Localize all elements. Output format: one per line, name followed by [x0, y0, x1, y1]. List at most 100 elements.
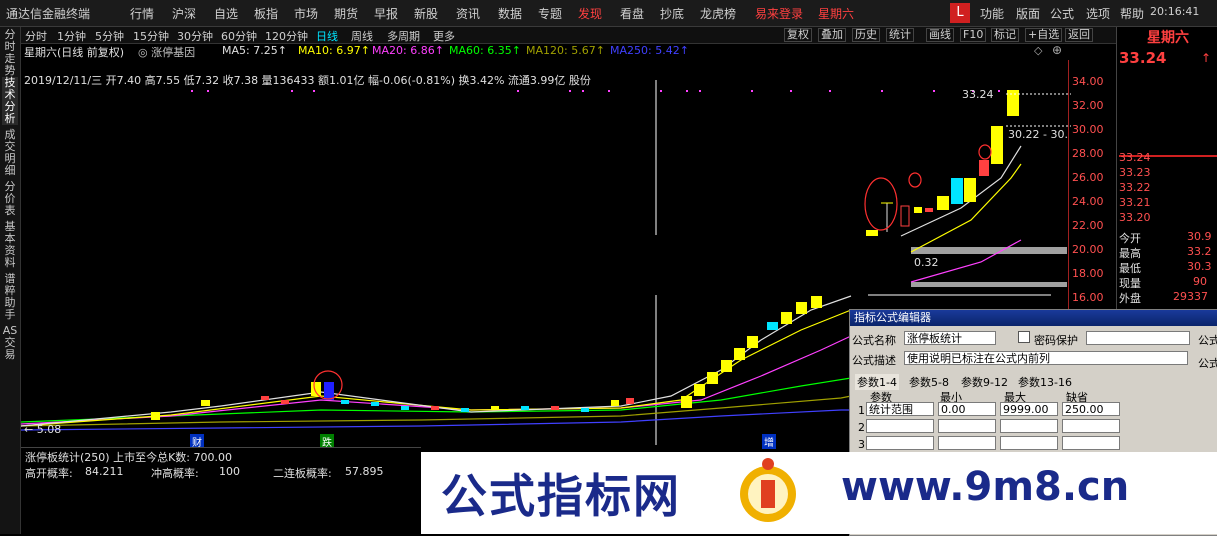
- huaxian-button[interactable]: 画线: [926, 28, 954, 42]
- highlight-circle-3: [908, 172, 922, 188]
- f10-button[interactable]: F10: [960, 28, 987, 42]
- tongji-button[interactable]: 统计: [886, 28, 914, 42]
- menu-item-banmian[interactable]: 版面: [1016, 5, 1040, 22]
- period-fenshi[interactable]: 分时: [25, 28, 47, 44]
- menu-item-shuju[interactable]: 数据: [498, 5, 522, 22]
- diamond-icon[interactable]: ◇: [1034, 44, 1042, 57]
- formula-desc-input[interactable]: 使用说明已标注在公式内前列: [904, 351, 1188, 365]
- event-marker-zeng[interactable]: 增: [762, 434, 776, 449]
- menu-item-chaodi[interactable]: 抄底: [660, 5, 684, 22]
- ma60-label: MA60: 6.35↑: [449, 44, 521, 57]
- period-multi[interactable]: 多周期: [387, 28, 420, 44]
- back-button[interactable]: 返回: [1065, 28, 1093, 42]
- param-max-input[interactable]: 9999.00: [1000, 402, 1058, 416]
- zhangting-badge[interactable]: ◎ 涨停基因: [138, 44, 195, 60]
- menu-item-hushen[interactable]: 沪深: [172, 5, 196, 22]
- top-dots: [191, 90, 1000, 92]
- add-watchlist-button[interactable]: +自选: [1025, 28, 1063, 42]
- stat-value: 90: [1193, 275, 1207, 288]
- menu-item-zixun[interactable]: 资讯: [456, 5, 480, 22]
- menu-item-banzhi[interactable]: 板指: [254, 5, 278, 22]
- param-name-input[interactable]: [866, 436, 934, 450]
- high-price-label: 33.24: [962, 88, 994, 101]
- dialog-title[interactable]: 指标公式编辑器: [850, 310, 1217, 326]
- menu-item-xingu[interactable]: 新股: [414, 5, 438, 22]
- indicator-label: 冲高概率:: [151, 467, 199, 480]
- chart-title: 星期六(日线 前复权): [24, 46, 125, 59]
- menu-bar: 通达信金融终端 行情 沪深 自选 板指 市场 期货 早报 新股 资讯 数据 专题…: [0, 0, 1217, 27]
- menu-item-hangqing[interactable]: 行情: [130, 5, 154, 22]
- period-more[interactable]: 更多: [433, 28, 455, 44]
- menu-item-faxian[interactable]: 发现: [578, 5, 602, 22]
- diejia-button[interactable]: 叠加: [818, 28, 846, 42]
- param-min-input[interactable]: 0.00: [938, 402, 996, 416]
- param-default-input[interactable]: 250.00: [1062, 402, 1120, 416]
- indicator-title: 涨停板统计(250) 上市至今总K数: 700.00: [25, 451, 232, 464]
- app-title: 通达信金融终端: [6, 7, 91, 21]
- upper-candles: [866, 90, 1019, 236]
- tab-param-9-12[interactable]: 参数9-12: [961, 374, 1008, 390]
- menu-item-zhuanti[interactable]: 专题: [538, 5, 562, 22]
- period-30min[interactable]: 30分钟: [177, 28, 213, 44]
- tab-param-5-8[interactable]: 参数5-8: [909, 374, 949, 390]
- period-15min[interactable]: 15分钟: [133, 28, 169, 44]
- y-tick: 32.00: [1072, 99, 1104, 112]
- param-default-input[interactable]: [1062, 419, 1120, 433]
- fuquan-button[interactable]: 复权: [784, 28, 812, 42]
- menu-item-login[interactable]: 易来登录: [755, 5, 803, 22]
- clock: 20:16:41: [1150, 5, 1200, 18]
- indicator-value: 57.895: [345, 465, 384, 478]
- lishi-button[interactable]: 历史: [852, 28, 880, 42]
- dialog-right-label: 公式: [1198, 334, 1217, 347]
- param-max-input[interactable]: [1000, 436, 1058, 450]
- menu-item-shichang[interactable]: 市场: [294, 5, 318, 22]
- menu-item-longhubang[interactable]: 龙虎榜: [700, 5, 736, 22]
- param-name-input[interactable]: 统计范围: [866, 402, 934, 416]
- y-tick: 18.00: [1072, 267, 1104, 280]
- tab-zhushou[interactable]: 谱粹助手: [2, 273, 18, 321]
- period-120min[interactable]: 120分钟: [265, 28, 308, 44]
- password-checkbox[interactable]: [1018, 331, 1030, 343]
- menu-item-gongshi[interactable]: 公式: [1050, 5, 1074, 22]
- tab-fenjia[interactable]: 分价表: [2, 181, 18, 217]
- menu-item-stock[interactable]: 星期六: [818, 5, 854, 22]
- param-max-input[interactable]: [1000, 419, 1058, 433]
- menu-item-qihuo[interactable]: 期货: [334, 5, 358, 22]
- period-weekly[interactable]: 周线: [351, 28, 373, 44]
- zoom-icon[interactable]: ⊕: [1052, 43, 1062, 57]
- tab-param-13-16[interactable]: 参数13-16: [1018, 374, 1072, 390]
- tab-chengjiao[interactable]: 成交明细: [2, 129, 18, 177]
- period-60min[interactable]: 60分钟: [221, 28, 257, 44]
- param-min-input[interactable]: [938, 419, 996, 433]
- low-range-label: 0.32: [914, 256, 939, 269]
- formula-name-input[interactable]: 涨停板统计: [904, 331, 996, 345]
- period-5min[interactable]: 5分钟: [95, 28, 124, 44]
- period-1min[interactable]: 1分钟: [57, 28, 86, 44]
- stat-value: 33.2: [1187, 245, 1212, 258]
- biaoji-button[interactable]: 标记: [991, 28, 1019, 42]
- indicator-value: 100: [219, 465, 240, 478]
- menu-item-bangzhu[interactable]: 帮助: [1120, 5, 1144, 22]
- tab-fenshi[interactable]: 分时走势: [2, 29, 18, 77]
- menu-item-kanpan[interactable]: 看盘: [620, 5, 644, 22]
- param-default-input[interactable]: [1062, 436, 1120, 450]
- tab-as[interactable]: AS交易: [2, 325, 18, 365]
- y-tick: 26.00: [1072, 171, 1104, 184]
- tab-ziliao[interactable]: 基本资料: [2, 221, 18, 269]
- tab-jishu[interactable]: 技术分析: [2, 77, 18, 125]
- menu-item-xuanxiang[interactable]: 选项: [1086, 5, 1110, 22]
- param-name-input[interactable]: [866, 419, 934, 433]
- desc-label: 公式描述: [852, 354, 896, 367]
- period-daily[interactable]: 日线: [316, 28, 338, 44]
- menu-item-zixuan[interactable]: 自选: [214, 5, 238, 22]
- coin-logo-icon: [740, 458, 796, 522]
- tab-param-1-4[interactable]: 参数1-4: [855, 374, 899, 390]
- menu-item-zaobao[interactable]: 早报: [374, 5, 398, 22]
- watermark-title: 公式指标网: [441, 469, 681, 523]
- menu-item-gongneng[interactable]: 功能: [980, 5, 1004, 22]
- password-input[interactable]: [1086, 331, 1190, 345]
- param-min-input[interactable]: [938, 436, 996, 450]
- app-logo-icon[interactable]: L: [950, 3, 970, 23]
- order-price: 33.21: [1119, 196, 1151, 209]
- stat-label: 最高: [1119, 247, 1141, 260]
